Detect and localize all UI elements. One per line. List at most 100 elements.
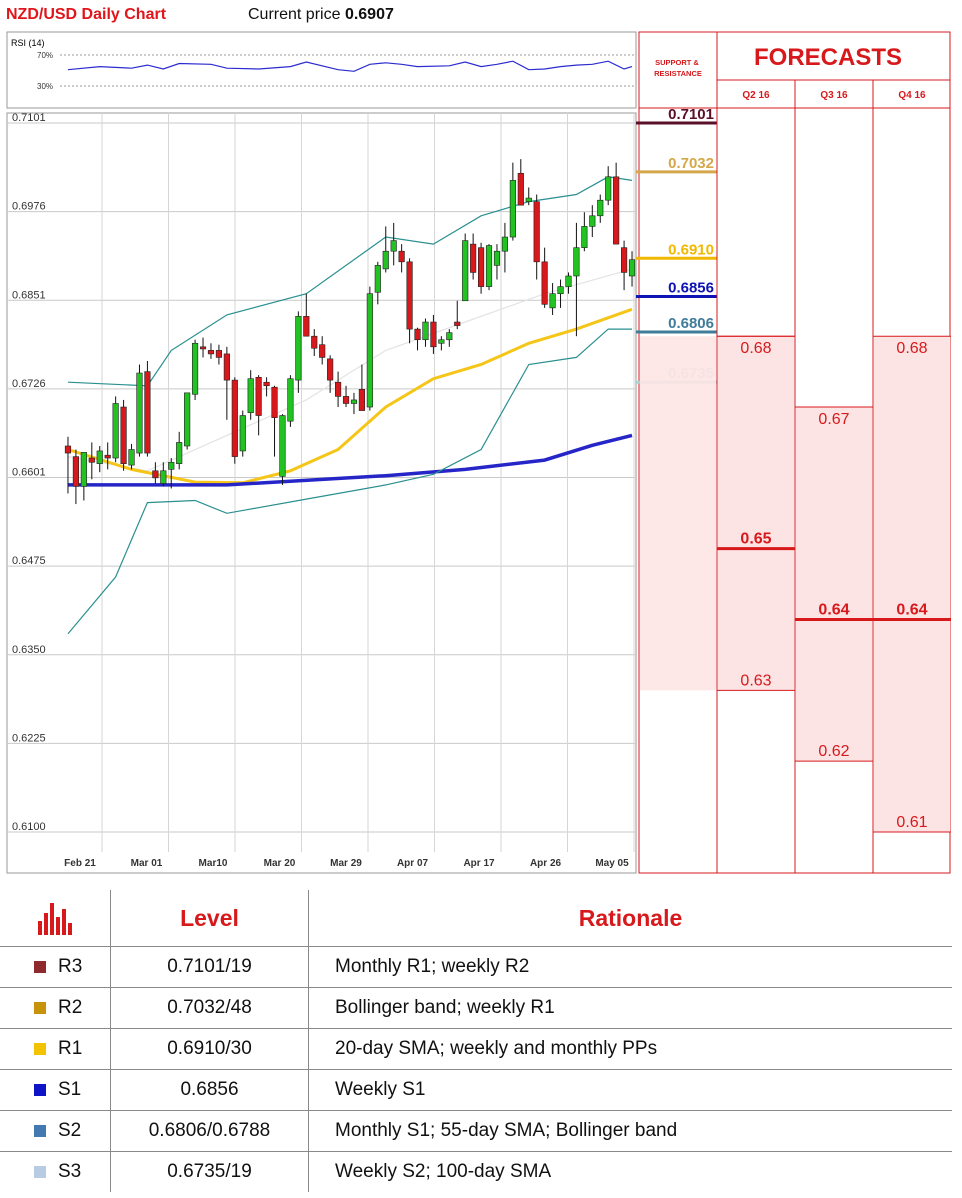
candle-up [350,399,358,404]
level-color-swatch [34,1043,46,1055]
candle-down [207,350,215,355]
table-row: S3 0.6735/19 Weekly S2; 100-day SMA [0,1151,952,1192]
candle-down [533,201,540,263]
level-tag-cell: S3 [0,1151,111,1192]
level-tag-cell: R3 [0,946,111,988]
candle-up [581,226,588,248]
candle-up [176,442,183,464]
rsi-panel [6,31,637,109]
level-rationale: Monthly S1; 55-day SMA; Bollinger band [308,1110,952,1152]
candle-up [96,450,103,464]
x-tick-label: Apr 07 [397,858,429,869]
level-tag: S2 [58,1120,82,1141]
x-tick-label: Apr 17 [463,858,495,869]
candle-down [406,261,413,330]
candle-up [501,236,508,252]
level-color-swatch [34,1002,46,1014]
level-value: 0.7032/48 [110,987,309,1029]
candle-up [565,275,572,287]
candle-up [112,403,119,459]
candle-down [517,172,524,206]
candle-up [184,392,191,447]
table-header-row: Level Rationale [0,890,952,947]
x-tick-label: May 05 [595,858,629,869]
level-value: 0.6856 [110,1069,309,1111]
candle-down [255,376,262,416]
candle-up [239,415,246,452]
candle-down [342,396,350,404]
candle-up [168,461,175,470]
level-rationale: Bollinger band; weekly R1 [308,987,952,1029]
candle-up [485,245,493,287]
candle-down [215,350,222,358]
x-tick-label: Mar 20 [264,858,296,869]
candle-up [597,199,604,217]
level-color-swatch [34,961,46,973]
candle-up [422,321,429,341]
candle-up [136,372,143,454]
candle-up [446,332,453,341]
candle-down [72,456,79,487]
level-rationale: Weekly S2; 100-day SMA [308,1151,952,1192]
table-row: S1 0.6856 Weekly S1 [0,1069,952,1111]
column-header-rationale: Rationale [308,890,952,947]
x-tick-label: Feb 21 [64,858,96,869]
candle-down [454,321,461,326]
y-tick-label: 0.6851 [12,289,46,301]
level-tag-cell: R1 [0,1028,111,1070]
candle-up [438,339,445,344]
table-row: S2 0.6806/0.6788 Monthly S1; 55-day SMA; B… [0,1110,952,1152]
sr-heading-line1: SUPPORT & [655,58,699,67]
y-tick-label: 0.6100 [12,821,46,833]
candle-down [478,247,485,287]
forecast-quarter-label: Q3 16 [820,90,848,101]
forecast-range-band [874,336,950,832]
candle-up [128,449,135,466]
level-tag: S1 [58,1079,82,1100]
column-header-level: Level [110,890,309,947]
candle-down [311,335,318,349]
sr-level-label: 0.6910 [668,241,714,258]
level-tag: R2 [58,997,83,1018]
forecast-quarter-label: Q4 16 [898,90,926,101]
y-tick-label: 0.6225 [12,732,46,744]
candle-down [152,470,159,479]
candle-up [390,240,397,252]
table-row: R3 0.7101/19 Monthly R1; weekly R2 [0,946,952,988]
candle-down [335,381,342,397]
y-tick-label: 0.7101 [12,112,46,124]
sr-level-label: 0.7101 [668,106,714,123]
x-tick-label: Mar 29 [330,858,362,869]
chart-area: RSI (14) 70% 30% 0.7101 0.6976 0.6851 0.672… [6,31,951,874]
candle-down [414,328,421,341]
sr-forecast-shade [640,336,716,691]
x-tick-label: Mar 01 [131,858,163,869]
level-tag: R3 [58,956,83,977]
candle-up [589,215,596,227]
level-value: 0.7101/19 [110,946,309,988]
forecast-high-value: 0.68 [896,340,927,357]
candle-down [621,247,628,273]
forecast-low-value: 0.63 [740,672,771,689]
candle-down [319,344,326,358]
bar-chart-icon [38,901,78,935]
candle-down [271,386,278,418]
level-value: 0.6806/0.6788 [110,1110,309,1152]
level-rationale: Monthly R1; weekly R2 [308,946,952,988]
sr-level-label: 0.6806 [668,315,714,332]
candle-up [462,240,469,302]
candle-down [430,321,437,348]
forecast-mid-value: 0.65 [740,531,771,548]
rsi-upper-label: 70% [37,51,53,60]
y-tick-label: 0.6475 [12,555,46,567]
forecast-low-value: 0.62 [818,743,849,760]
candle-down [223,353,230,381]
candle-down [120,406,127,464]
forecast-high-value: 0.68 [740,340,771,357]
level-tag-cell: S2 [0,1110,111,1152]
y-tick-label: 0.6976 [12,201,46,213]
level-value: 0.6910/30 [110,1028,309,1070]
candle-up [192,342,199,395]
y-tick-label: 0.6350 [12,644,46,656]
sr-heading-line2: RESISTANCE [654,69,702,78]
